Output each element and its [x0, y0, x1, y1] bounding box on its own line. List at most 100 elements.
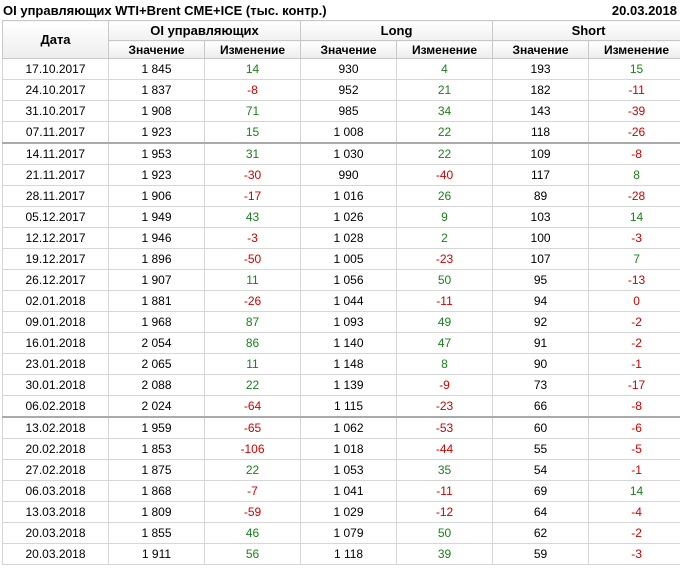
oi-value: 1 959: [108, 416, 205, 439]
short-change: -39: [588, 100, 680, 122]
table-row: 13.02.2018 1 959 -65 1 062 -53 60 -6: [2, 416, 680, 439]
long-value: 1 053: [300, 459, 398, 481]
short-change: 14: [588, 206, 680, 228]
table-row: 30.01.2018 2 088 22 1 139 -9 73 -17: [2, 374, 680, 396]
short-value: 64: [492, 501, 590, 523]
short-value: 118: [492, 121, 590, 144]
oi-change: 46: [203, 522, 302, 544]
long-change: 47: [396, 332, 494, 354]
oi-value: 1 855: [108, 522, 205, 544]
short-change: -26: [588, 121, 680, 144]
row-date: 12.12.2017: [2, 227, 109, 249]
long-change: -12: [396, 501, 494, 523]
long-value: 1 028: [300, 227, 398, 249]
table-row: 24.10.2017 1 837 -8 952 21 182 -11: [2, 79, 680, 101]
short-change: -3: [588, 543, 680, 565]
row-date: 06.03.2018: [2, 480, 109, 502]
long-value: 1 008: [300, 121, 398, 144]
short-value: 89: [492, 185, 590, 207]
short-change: -1: [588, 353, 680, 375]
long-value: 1 139: [300, 374, 398, 396]
long-change-header: Изменение: [396, 40, 494, 59]
table-row: 28.11.2017 1 906 -17 1 016 26 89 -28: [2, 185, 680, 207]
short-value: 59: [492, 543, 590, 565]
short-change: -2: [588, 522, 680, 544]
oi-change: 22: [203, 459, 302, 481]
short-change: -4: [588, 501, 680, 523]
short-value: 193: [492, 58, 590, 80]
short-change: -11: [588, 79, 680, 101]
table-row: 20.02.2018 1 853 -106 1 018 -44 55 -5: [2, 438, 680, 460]
long-value: 1 041: [300, 480, 398, 502]
oi-change: 11: [203, 269, 302, 291]
table-row: 17.10.2017 1 845 14 930 4 193 15: [2, 58, 680, 80]
report-header: OI управляющих WTI+Brent CME+ICE (тыс. к…: [0, 0, 680, 20]
long-change: 2: [396, 227, 494, 249]
oi-value: 1 837: [108, 79, 205, 101]
oi-value: 1 809: [108, 501, 205, 523]
long-change: 9: [396, 206, 494, 228]
long-change: 8: [396, 353, 494, 375]
short-value: 107: [492, 248, 590, 270]
oi-value: 2 088: [108, 374, 205, 396]
short-change: 8: [588, 164, 680, 186]
long-change: 22: [396, 142, 494, 165]
short-value: 143: [492, 100, 590, 122]
short-value: 55: [492, 438, 590, 460]
long-change: -9: [396, 374, 494, 396]
long-value: 1 079: [300, 522, 398, 544]
long-value: 1 029: [300, 501, 398, 523]
oi-change: 43: [203, 206, 302, 228]
row-date: 28.11.2017: [2, 185, 109, 207]
oi-change: -7: [203, 480, 302, 502]
row-date: 23.01.2018: [2, 353, 109, 375]
long-change: 34: [396, 100, 494, 122]
long-value: 1 026: [300, 206, 398, 228]
short-value: 73: [492, 374, 590, 396]
oi-value: 1 946: [108, 227, 205, 249]
long-value: 985: [300, 100, 398, 122]
table-row: 05.12.2017 1 949 43 1 026 9 103 14: [2, 206, 680, 228]
long-change: 22: [396, 121, 494, 144]
short-value: 91: [492, 332, 590, 354]
table-row: 31.10.2017 1 908 71 985 34 143 -39: [2, 100, 680, 122]
short-change: -8: [588, 395, 680, 418]
oi-change-header: Изменение: [203, 40, 302, 59]
row-date: 06.02.2018: [2, 395, 109, 418]
table-row: 16.01.2018 2 054 86 1 140 47 91 -2: [2, 332, 680, 354]
oi-value: 1 853: [108, 438, 205, 460]
table-row: 20.03.2018 1 911 56 1 118 39 59 -3: [2, 543, 680, 565]
table-row: 02.01.2018 1 881 -26 1 044 -11 94 0: [2, 290, 680, 312]
oi-value: 1 881: [108, 290, 205, 312]
oi-change: -3: [203, 227, 302, 249]
long-change: 50: [396, 269, 494, 291]
long-value: 1 062: [300, 416, 398, 439]
short-change: -2: [588, 311, 680, 333]
long-change: -11: [396, 480, 494, 502]
short-value: 182: [492, 79, 590, 101]
long-value: 1 044: [300, 290, 398, 312]
long-value: 1 118: [300, 543, 398, 565]
table-row: 26.12.2017 1 907 11 1 056 50 95 -13: [2, 269, 680, 291]
row-date: 14.11.2017: [2, 142, 109, 165]
oi-value: 1 845: [108, 58, 205, 80]
report-title: OI управляющих WTI+Brent CME+ICE (тыс. к…: [3, 2, 327, 18]
long-value-header: Значение: [300, 40, 398, 59]
oi-value: 2 024: [108, 395, 205, 418]
long-change: 49: [396, 311, 494, 333]
short-change: -6: [588, 416, 680, 439]
oi-value: 1 923: [108, 121, 205, 144]
short-change-header: Изменение: [588, 40, 680, 59]
row-date: 20.02.2018: [2, 438, 109, 460]
row-date: 05.12.2017: [2, 206, 109, 228]
table-row: 21.11.2017 1 923 -30 990 -40 117 8: [2, 164, 680, 186]
long-change: 39: [396, 543, 494, 565]
short-value: 103: [492, 206, 590, 228]
long-value: 990: [300, 164, 398, 186]
long-change: -44: [396, 438, 494, 460]
short-change: -2: [588, 332, 680, 354]
group-header-short: Short: [492, 20, 680, 41]
long-value: 1 115: [300, 395, 398, 418]
row-date: 20.03.2018: [2, 543, 109, 565]
row-date: 13.02.2018: [2, 416, 109, 439]
